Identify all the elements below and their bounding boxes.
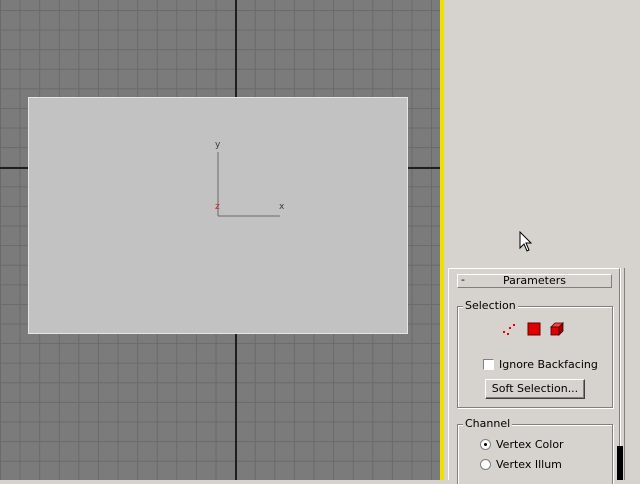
- selection-group: Selection Ignore Backfacing Soft Selecti…: [457, 299, 613, 408]
- channel-group: Channel Vertex Color Vertex Illum: [457, 417, 613, 484]
- gizmo-x-label: x: [279, 202, 285, 212]
- face-icon[interactable]: [527, 322, 541, 336]
- gizmo-y-label: y: [215, 140, 221, 150]
- panel-scrollbar-thumb[interactable]: [617, 446, 623, 480]
- rollout-title: Parameters: [503, 274, 566, 287]
- vertex-icon[interactable]: [502, 322, 516, 336]
- element-icon[interactable]: [550, 322, 564, 336]
- transform-gizmo: [217, 152, 280, 217]
- vertex-illum-radio[interactable]: [480, 459, 491, 470]
- gizmo-z-label: z: [215, 202, 220, 212]
- vertex-color-label: Vertex Color: [496, 438, 564, 451]
- parameters-rollout: - Parameters Selection Ignore Backfacing…: [448, 268, 620, 484]
- mouse-cursor-icon: [519, 231, 533, 252]
- rollout-header[interactable]: - Parameters: [457, 273, 612, 288]
- ignore-backfacing-checkbox[interactable]: [483, 359, 494, 370]
- viewport-top[interactable]: y x z: [0, 0, 440, 480]
- vertex-color-radio[interactable]: [480, 439, 491, 450]
- selection-group-label: Selection: [463, 299, 518, 313]
- channel-group-label: Channel: [463, 417, 513, 431]
- vertex-illum-label: Vertex Illum: [496, 458, 562, 471]
- soft-selection-button[interactable]: Soft Selection...: [485, 379, 585, 399]
- ignore-backfacing-label: Ignore Backfacing: [499, 358, 598, 371]
